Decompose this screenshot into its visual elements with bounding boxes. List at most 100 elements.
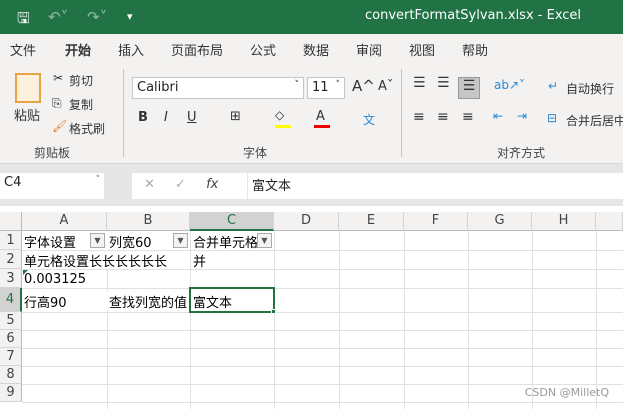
tab-insert[interactable]: 插入 <box>118 40 144 59</box>
cell-b1-text: 列宽60 <box>109 236 152 250</box>
italic-button[interactable]: I <box>164 110 168 125</box>
column-header-f[interactable]: F <box>404 212 468 231</box>
row-header-3[interactable]: 3 <box>0 269 22 288</box>
format-painter-button[interactable]: 格式刷 <box>69 120 105 137</box>
copy-icon[interactable]: ⎘ <box>52 96 62 111</box>
borders-icon[interactable]: ⊞ <box>230 109 241 124</box>
cell-a2[interactable]: 单元格设置长长长长长长 <box>22 251 190 269</box>
column-header-e[interactable]: E <box>339 212 404 231</box>
font-group-label: 字体 <box>243 146 268 160</box>
filter-dropdown-c1[interactable]: ▼ <box>257 233 272 248</box>
row-header-9[interactable]: 9 <box>0 384 22 402</box>
cell-c4-selected[interactable]: 富文本 <box>189 287 275 313</box>
insert-function-button[interactable]: fx <box>206 177 218 192</box>
name-box[interactable]: C4 ˅ <box>0 173 104 199</box>
row-header-4[interactable]: 4 <box>0 288 22 312</box>
row-header-7[interactable]: 7 <box>0 348 22 366</box>
title-bar: 🖫 ↶˅ ↷˅ ▾ convertFormatSylvan.xlsx - Exc… <box>0 0 623 34</box>
cell-b4-text: 查找列宽的值 <box>109 296 188 310</box>
wrap-text-button[interactable]: 自动换行 <box>566 80 614 97</box>
filter-dropdown-a1[interactable]: ▼ <box>90 233 105 248</box>
font-size-value: 11 <box>312 80 329 95</box>
customize-quick-access-icon[interactable]: ▾ <box>127 10 133 23</box>
font-name-value: Calibri <box>137 80 179 95</box>
tab-page-layout[interactable]: 页面布局 <box>171 40 223 59</box>
ribbon: 粘贴 ✂ 剪切 ⎘ 复制 🖌 格式刷 剪贴板 Calibri ˅ 11 ˅ A^ A… <box>0 61 623 164</box>
align-right-icon[interactable]: ≡ <box>462 109 474 125</box>
shrink-font-button[interactable]: Aˇ <box>378 79 393 94</box>
increase-indent-icon[interactable]: ⇥ <box>517 109 527 123</box>
merge-center-button[interactable]: 合并后居中 <box>566 112 623 129</box>
tab-help[interactable]: 帮助 <box>462 40 488 59</box>
row-header-8[interactable]: 8 <box>0 366 22 384</box>
cell-c2[interactable]: 并 <box>191 251 274 269</box>
align-left-icon[interactable]: ≡ <box>413 109 425 125</box>
cell-c2-text: 并 <box>193 255 207 269</box>
redo-icon[interactable]: ↷˅ <box>87 8 107 26</box>
select-all-button[interactable] <box>0 212 22 231</box>
phonetic-button[interactable]: 文 <box>363 111 375 128</box>
cell-c4-text: 富文本 <box>193 296 233 311</box>
font-name-select[interactable]: Calibri ˅ <box>132 77 304 99</box>
cut-button[interactable]: 剪切 <box>69 72 93 89</box>
cell-b4[interactable]: 查找列宽的值 <box>107 292 190 310</box>
formula-bar-area: C4 ˅ ✕ ✓ fx 富文本 <box>0 164 623 206</box>
align-center-icon[interactable]: ≡ <box>437 109 449 125</box>
row-header-5[interactable]: 5 <box>0 312 22 330</box>
wrap-text-icon[interactable]: ↵ <box>548 79 558 93</box>
align-middle-icon[interactable]: ☰ <box>437 75 450 91</box>
formula-input[interactable]: 富文本 <box>248 173 623 199</box>
align-bottom-icon[interactable]: ☰ <box>458 77 480 99</box>
font-size-select[interactable]: 11 ˅ <box>307 77 345 99</box>
font-color-swatch <box>314 125 330 128</box>
column-header-b[interactable]: B <box>107 212 190 231</box>
column-header-d[interactable]: D <box>274 212 339 231</box>
decrease-indent-icon[interactable]: ⇤ <box>493 109 503 123</box>
fill-color-icon[interactable]: ◇ <box>275 108 291 122</box>
cell-a4[interactable]: 行高90 <box>22 292 107 310</box>
alignment-group-label: 对齐方式 <box>497 146 546 160</box>
row-header-2[interactable]: 2 <box>0 250 22 269</box>
copy-button[interactable]: 复制 <box>69 96 93 113</box>
cell-c1-text: 合并单元格 <box>193 236 257 250</box>
tab-data[interactable]: 数据 <box>303 40 329 59</box>
align-top-icon[interactable]: ☰ <box>413 75 426 91</box>
underline-button[interactable]: U <box>187 110 197 125</box>
font-color-button[interactable]: A <box>316 109 325 124</box>
column-header-g[interactable]: G <box>468 212 532 231</box>
clipboard-group-label: 剪贴板 <box>34 146 71 160</box>
paste-icon[interactable] <box>15 73 41 103</box>
column-header-a[interactable]: A <box>22 212 107 231</box>
orientation-icon[interactable]: ab↗˅ <box>494 78 525 92</box>
tab-review[interactable]: 审阅 <box>356 40 382 59</box>
tab-view[interactable]: 视图 <box>409 40 435 59</box>
name-box-value: C4 <box>4 175 22 190</box>
cancel-button[interactable]: ✕ <box>144 177 155 192</box>
row-header-1[interactable]: 1 <box>0 231 22 250</box>
ribbon-tabs: 文件 开始 插入 页面布局 公式 数据 审阅 视图 帮助 <box>0 34 623 64</box>
bold-button[interactable]: B <box>138 110 148 125</box>
merge-center-icon[interactable]: ⊟ <box>547 111 557 125</box>
cut-icon[interactable]: ✂ <box>53 71 63 85</box>
undo-icon[interactable]: ↶˅ <box>48 8 68 26</box>
cell-a4-text: 行高90 <box>24 296 67 310</box>
column-header-c[interactable]: C <box>190 212 274 231</box>
tab-file[interactable]: 文件 <box>10 40 36 59</box>
tab-formulas[interactable]: 公式 <box>250 40 276 59</box>
cell-a2-text: 单元格设置长长长长长长 <box>24 255 168 269</box>
save-icon[interactable]: 🖫 <box>17 8 30 33</box>
column-header-h[interactable]: H <box>532 212 596 231</box>
formula-value: 富文本 <box>252 179 292 194</box>
row-header-6[interactable]: 6 <box>0 330 22 348</box>
fill-color-swatch <box>275 125 291 128</box>
fill-handle[interactable] <box>271 309 276 314</box>
enter-button[interactable]: ✓ <box>175 177 186 192</box>
watermark: CSDN @MilletQ <box>524 386 609 399</box>
format-painter-icon[interactable]: 🖌 <box>52 119 67 133</box>
filter-dropdown-b1[interactable]: ▼ <box>173 233 188 248</box>
paste-button[interactable]: 粘贴 <box>14 105 40 124</box>
grow-font-button[interactable]: A^ <box>352 77 375 95</box>
cell-a3-text: 0.003125 <box>24 272 87 287</box>
cell-a3[interactable]: 0.003125 <box>22 272 107 288</box>
cell-c1[interactable]: 合并单元格 <box>191 232 257 250</box>
